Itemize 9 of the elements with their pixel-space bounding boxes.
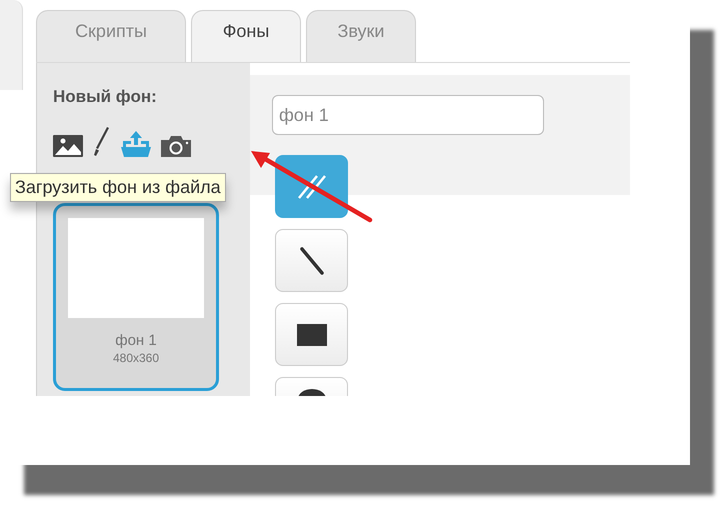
- name-field[interactable]: фон 1: [272, 95, 544, 135]
- tooltip: Загрузить фон из файла: [10, 173, 226, 202]
- tab[interactable]: Скрипты: [36, 10, 186, 62]
- backdrop-size: 480x360: [112, 351, 160, 365]
- tab[interactable]: Звуки: [306, 10, 416, 62]
- tab[interactable]: Фоны: [191, 10, 301, 62]
- new-backdrop-label: Новый фон:: [53, 87, 158, 107]
- backdrop-thumbnail[interactable]: фон 1 480x360: [53, 203, 219, 391]
- backdrop-name: фон 1: [115, 332, 157, 349]
